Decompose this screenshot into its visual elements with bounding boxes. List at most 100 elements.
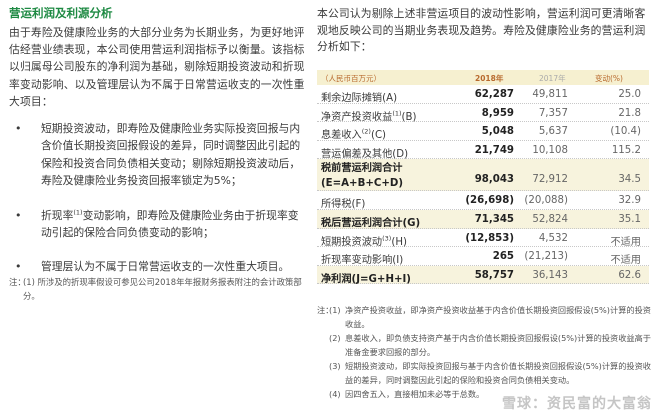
- row-label-suffix: (H): [391, 236, 407, 248]
- value-change: 25.0: [618, 89, 641, 100]
- footnote-ref: (2): [361, 127, 371, 136]
- row-label-text: 短期投资波动: [321, 236, 383, 248]
- row-label: 所得税(F): [321, 195, 365, 210]
- value-change: 62.6: [618, 269, 641, 281]
- table-row: 所得税(F) (26,698) (20,088) 32.9: [317, 191, 649, 210]
- value-2017: 10,108: [532, 144, 568, 156]
- value-change: 不适用: [610, 255, 641, 267]
- note-text: 净资产投资收益，即净资产投资收益基于内含价值长期投资回报假设(5%)计算的投资收…: [345, 305, 651, 329]
- row-label-text: 净资产投资收益: [321, 111, 393, 123]
- row-label-text: 营运偏差及其他(D): [321, 148, 409, 160]
- value-2017: 7,357: [538, 107, 568, 119]
- value-change: 32.9: [618, 195, 641, 207]
- row-label: 净资产投资收益(1)(B): [321, 108, 416, 123]
- bullet-text: 短期投资波动，即寿险及健康险业务实际投资回报与内含价值长期投资回报假设的差异，同…: [41, 122, 301, 188]
- value-change: 34.5: [618, 174, 641, 186]
- value-change: 35.1: [618, 213, 641, 225]
- table-header: （人民币百万元） 2018年 2017年 变动(%): [317, 70, 649, 85]
- note-text: 短期投资波动，即实际投资回报与基于内含价值长期投资回报假设(5%)计算的投资收益…: [345, 361, 651, 385]
- table-row: 短期投资波动(3)(H) (12,853) 4,532 不适用: [317, 229, 649, 248]
- footnote-item: (2) 息差收入，即负债支持资产基于内含价值长期投资回报假设(5%)计算的投资收…: [317, 331, 653, 359]
- watermark: 雪球：资民富的大富翁: [502, 396, 652, 412]
- bullet-icon: •: [15, 260, 22, 274]
- note-number: (4): [329, 389, 341, 399]
- note-tag: 注：: [9, 277, 26, 287]
- value-change: 不适用: [610, 236, 641, 248]
- value-change: 21.8: [618, 107, 641, 119]
- footnote-item: 注： (1) 净资产投资收益，即净资产投资收益基于内含价值长期投资回报假设(5%…: [317, 303, 653, 331]
- note-text: (1) 所涉及的折现率假设可参见公司2018年年报财务报表附注的会计政策部分。: [23, 277, 302, 301]
- intro-paragraph: 由于寿险及健康险业务的大部分业务为长期业务，为更好地评估经营业绩表现，本公司使用…: [9, 26, 305, 108]
- value-2018: 5,048: [481, 126, 514, 138]
- footnote-ref: (3): [382, 234, 392, 243]
- bullet-text: 折现率: [41, 208, 74, 222]
- value-change: 115.2: [611, 144, 641, 156]
- note-text: 因四舍五入，直接相加未必等于总数。: [345, 389, 485, 399]
- footnote-ref: (1): [392, 109, 402, 118]
- table-row: 息差收入(2)(C) 5,048 5,637 (10.4): [317, 122, 649, 141]
- row-label: 短期投资波动(3)(H): [321, 233, 407, 248]
- profit-table: （人民币百万元） 2018年 2017年 变动(%) 剩余边际摊销(A) 62,2…: [317, 70, 649, 285]
- row-label: 营运偏差及其他(D): [321, 145, 408, 160]
- header-change: 变动(%): [595, 74, 623, 83]
- bullet-item: • 管理层认为不属于日常营运收支的一次性重大项目。: [9, 258, 307, 275]
- row-label: 净利润(J=G+H+I): [321, 270, 411, 285]
- value-2017: 4,532: [538, 232, 568, 244]
- table-row: 折现率变动影响(I) 265 (21,213) 不适用: [317, 247, 649, 266]
- header-2017: 2017年: [539, 74, 566, 83]
- note-text: 息差收入，即负债支持资产基于内含价值长期投资回报假设(5%)计算的投资收益高于准…: [345, 333, 651, 357]
- header-2018: 2018年: [475, 74, 504, 83]
- value-2018: 98,043: [474, 174, 514, 186]
- value-2017: 49,811: [532, 89, 568, 100]
- left-footnote: 注： (1) 所涉及的折现率假设可参见公司2018年年报财务报表附注的会计政策部…: [9, 275, 309, 303]
- table-body: 剩余边际摊销(A) 62,287 49,811 25.0 净资产投资收益(1)(B) 8,…: [317, 85, 649, 285]
- right-paragraph: 本公司认为剔除上述非营运项目的波动性影响，营运利润可更清晰客观地反映公司的当期业…: [317, 7, 646, 53]
- row-label-suffix: (B): [401, 111, 417, 123]
- value-2018: (12,853): [465, 232, 514, 244]
- section-title: 营运利润及利源分析: [9, 6, 113, 20]
- table-row: 税后营运利润合计(G) 71,345 52,824 35.1: [317, 209, 649, 229]
- table-row: 营运偏差及其他(D) 21,749 10,108 115.2: [317, 141, 649, 160]
- row-label: 息差收入(2)(C): [321, 126, 387, 142]
- value-2018: 71,345: [474, 213, 514, 225]
- row-label-text: 所得税(F): [321, 199, 366, 211]
- value-2017: (21,213): [524, 251, 568, 263]
- header-unit: （人民币百万元）: [321, 74, 381, 83]
- value-2018: 265: [492, 251, 514, 263]
- value-2017: (20,088): [524, 195, 568, 207]
- note-number: (3): [329, 361, 341, 371]
- note-number: (1): [329, 305, 341, 315]
- value-2018: 62,287: [474, 89, 514, 100]
- value-2017: 72,912: [532, 174, 568, 186]
- row-label-suffix: (C): [370, 130, 387, 142]
- row-label-text: 折现率变动影响(I): [321, 255, 404, 267]
- row-label-text: 税后营运利润合计(G): [321, 217, 421, 229]
- value-2018: 8,959: [481, 107, 514, 119]
- value-2018: 21,749: [474, 144, 514, 156]
- row-label-text: 净利润(J=G+H+I): [321, 273, 411, 285]
- note-number: (2): [329, 333, 341, 343]
- table-row: 剩余边际摊销(A) 62,287 49,811 25.0: [317, 85, 649, 104]
- bullet-icon: •: [15, 122, 22, 136]
- bullet-item: • 折现率(1)变动影响，即寿险及健康险业务由于折现率变动引起的保险合同负债变动…: [9, 207, 307, 242]
- row-label: 税后营运利润合计(G): [321, 214, 420, 229]
- value-2017: 36,143: [532, 269, 568, 281]
- value-2018: (26,698): [465, 195, 514, 207]
- table-row: 净资产投资收益(1)(B) 8,959 7,357 21.8: [317, 104, 649, 123]
- bullet-text: 管理层认为不属于日常营运收支的一次性重大项目。: [41, 260, 290, 274]
- value-change: (10.4): [610, 126, 641, 138]
- value-2017: 52,824: [532, 213, 568, 225]
- right-column: 本公司认为剔除上述非营运项目的波动性影响，营运利润可更清晰客观地反映公司的当期业…: [317, 6, 653, 56]
- row-label-text: 剩余边际摊销(A): [321, 93, 398, 104]
- bullet-icon: •: [15, 208, 22, 222]
- row-label-text: 息差收入: [321, 130, 362, 142]
- table-row: 税前营运利润合计 (E=A+B+C+D) 98,043 72,912 34.5: [317, 159, 649, 192]
- value-2017: 5,637: [538, 126, 568, 138]
- table-row: 净利润(J=G+H+I) 58,757 36,143 62.6: [317, 265, 649, 285]
- right-footnotes: 注： (1) 净资产投资收益，即净资产投资收益基于内含价值长期投资回报假设(5%…: [317, 303, 653, 401]
- bullet-item: • 短期投资波动，即寿险及健康险业务实际投资回报与内含价值长期投资回报假设的差异…: [9, 120, 307, 190]
- row-label: 税前营运利润合计 (E=A+B+C+D): [321, 163, 403, 189]
- row-label: 折现率变动影响(I): [321, 251, 403, 266]
- footnote-item: (3) 短期投资波动，即实际投资回报与基于内含价值长期投资回报假设(5%)计算的…: [317, 359, 653, 387]
- bullet-list: • 短期投资波动，即寿险及健康险业务实际投资回报与内含价值长期投资回报假设的差异…: [9, 120, 307, 276]
